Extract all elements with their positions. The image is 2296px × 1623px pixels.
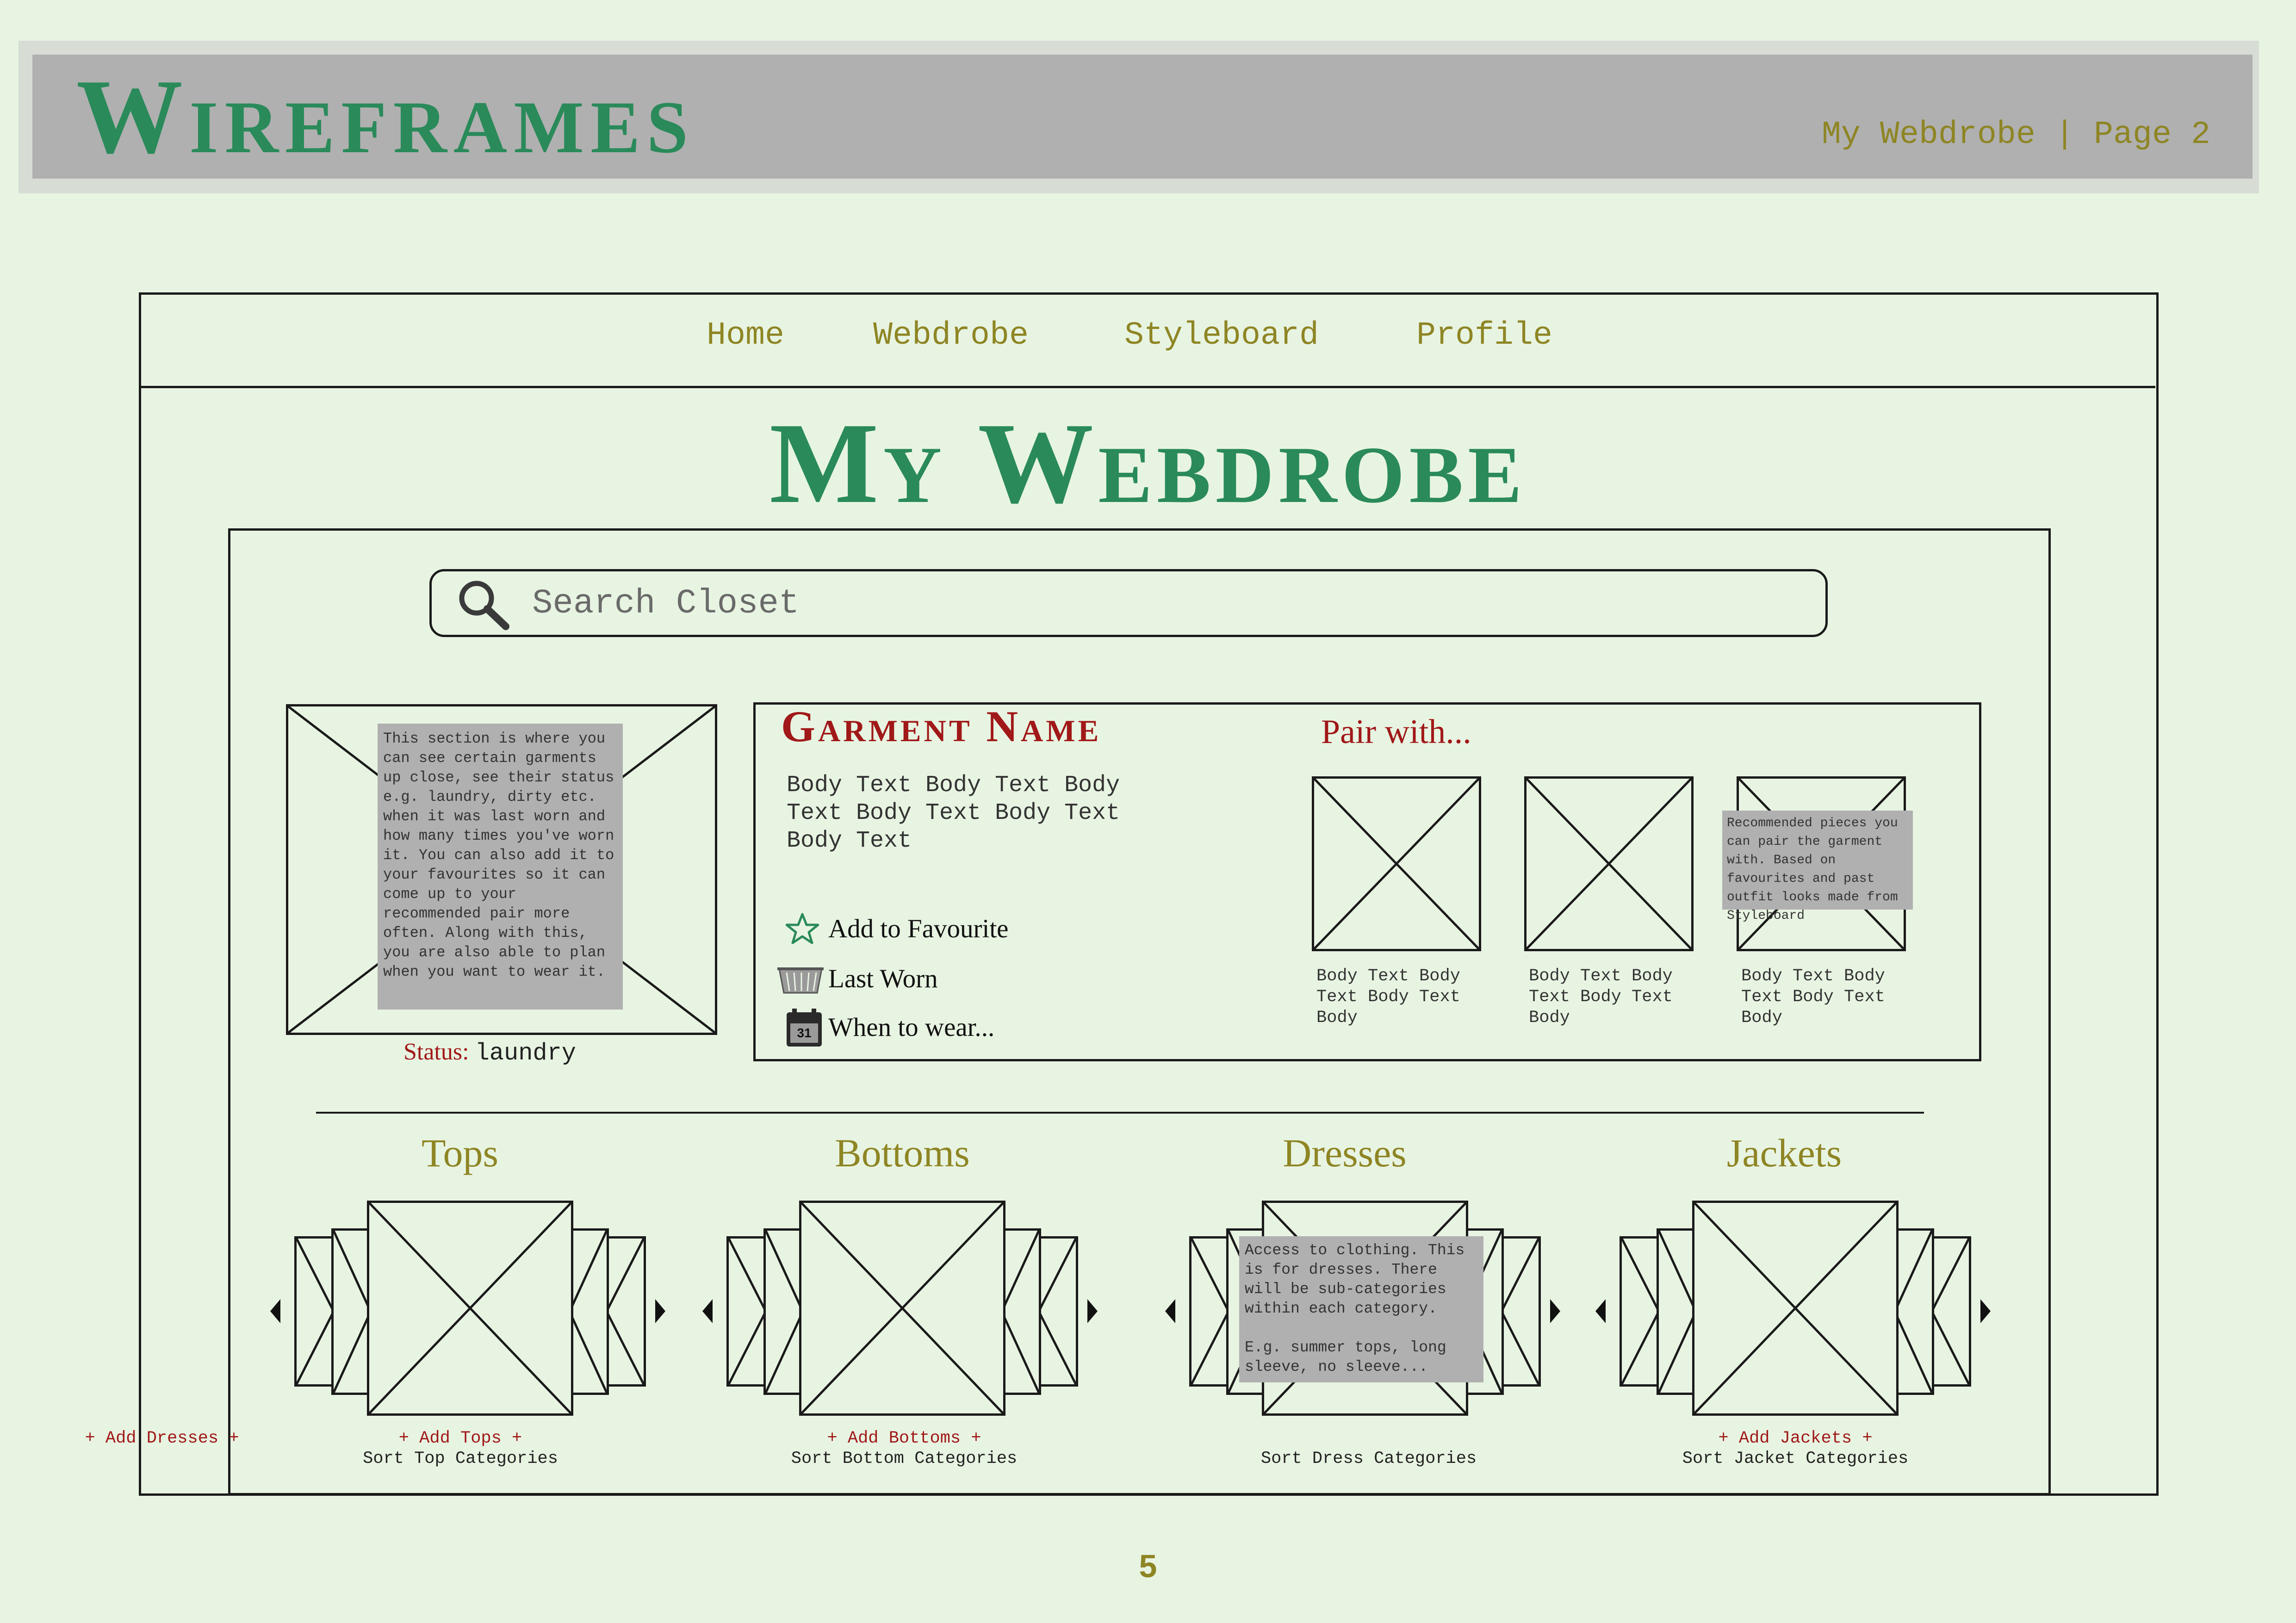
- category-title-dresses: Dresses: [1283, 1131, 1407, 1175]
- nav-home[interactable]: Home: [707, 317, 784, 354]
- last-worn-button[interactable]: Last Worn: [828, 964, 938, 994]
- search-input[interactable]: [532, 578, 1781, 629]
- add-tops-button[interactable]: + Add Tops +: [298, 1429, 622, 1448]
- pair-with-note: Recommended pieces you can pair the garm…: [1722, 811, 1913, 923]
- page-title: My Webdrobe: [769, 399, 1527, 527]
- page-number: 5: [1139, 1548, 1157, 1584]
- calendar-icon[interactable]: 31: [787, 1009, 822, 1047]
- carousel-prev-arrow-icon[interactable]: [270, 1299, 280, 1323]
- carousel-prev-arrow-icon[interactable]: [702, 1299, 713, 1323]
- add-bottoms-button[interactable]: + Add Bottoms +: [742, 1429, 1066, 1448]
- section-divider: [316, 1112, 1924, 1114]
- category-title-tops: Tops: [422, 1131, 498, 1175]
- carousel-prev-arrow-icon[interactable]: [1165, 1299, 1175, 1323]
- carousel-main-item-jackets[interactable]: [1692, 1201, 1899, 1416]
- category-title-bottoms: Bottoms: [835, 1131, 970, 1175]
- carousel-prev-arrow-icon[interactable]: [1595, 1299, 1606, 1323]
- calendar-icon-day: 31: [790, 1023, 818, 1043]
- nav-profile[interactable]: Profile: [1416, 317, 1552, 354]
- status-value: laundry: [475, 1040, 577, 1067]
- pair-item-caption: Body Text Body Text Body Text Body: [1316, 966, 1460, 1028]
- garment-status: Status: laundry: [403, 1038, 576, 1067]
- category-title-jackets: Jackets: [1726, 1131, 1842, 1175]
- pair-item-caption: Body Text Body Text Body Text Body: [1529, 966, 1673, 1028]
- when-to-wear-button[interactable]: When to wear...: [828, 1012, 994, 1042]
- carousel-main-item-tops[interactable]: [367, 1201, 573, 1416]
- sort-tops-link[interactable]: Sort Top Categories: [298, 1449, 622, 1468]
- nav-webdrobe[interactable]: Webdrobe: [873, 317, 1029, 354]
- sort-bottoms-link[interactable]: Sort Bottom Categories: [742, 1449, 1066, 1468]
- add-to-favourite-button[interactable]: Add to Favourite: [828, 914, 1008, 944]
- nav-divider: [139, 386, 2155, 388]
- status-label: Status:: [403, 1039, 469, 1065]
- pair-item-image[interactable]: [1312, 776, 1481, 951]
- star-icon[interactable]: [786, 912, 819, 945]
- pair-item-caption: Body Text Body Text Body Text Body: [1741, 966, 1885, 1028]
- carousel-next-arrow-icon[interactable]: [1087, 1299, 1098, 1323]
- sort-dresses-link[interactable]: Sort Dress Categories: [1207, 1449, 1531, 1468]
- nav-styleboard[interactable]: Styleboard: [1124, 317, 1319, 354]
- carousel-next-arrow-icon[interactable]: [1550, 1299, 1560, 1323]
- search-icon[interactable]: [456, 577, 511, 631]
- add-jackets-button[interactable]: + Add Jackets +: [1633, 1429, 1957, 1448]
- garment-name: Garment Name: [781, 702, 1102, 751]
- carousel-main-item-bottoms[interactable]: [799, 1201, 1005, 1416]
- document-subtitle: My Webdrobe | Page 2: [1821, 117, 2210, 153]
- pair-with-heading: Pair with...: [1321, 713, 1471, 751]
- carousel-next-arrow-icon[interactable]: [1980, 1299, 1991, 1323]
- add-dresses-button[interactable]: + Add Dresses +: [0, 1429, 324, 1448]
- document-title: Wireframes: [76, 57, 695, 175]
- laundry-basket-icon[interactable]: [777, 966, 824, 995]
- category-note: Access to clothing. This is for dresses.…: [1239, 1236, 1483, 1382]
- carousel-next-arrow-icon[interactable]: [655, 1299, 665, 1323]
- sort-jackets-link[interactable]: Sort Jacket Categories: [1633, 1449, 1957, 1468]
- garment-section-note: This section is where you can see certai…: [378, 724, 623, 1010]
- pair-item-image[interactable]: [1524, 776, 1694, 951]
- garment-description: Body Text Body Text Body Text Body Text …: [787, 772, 1120, 854]
